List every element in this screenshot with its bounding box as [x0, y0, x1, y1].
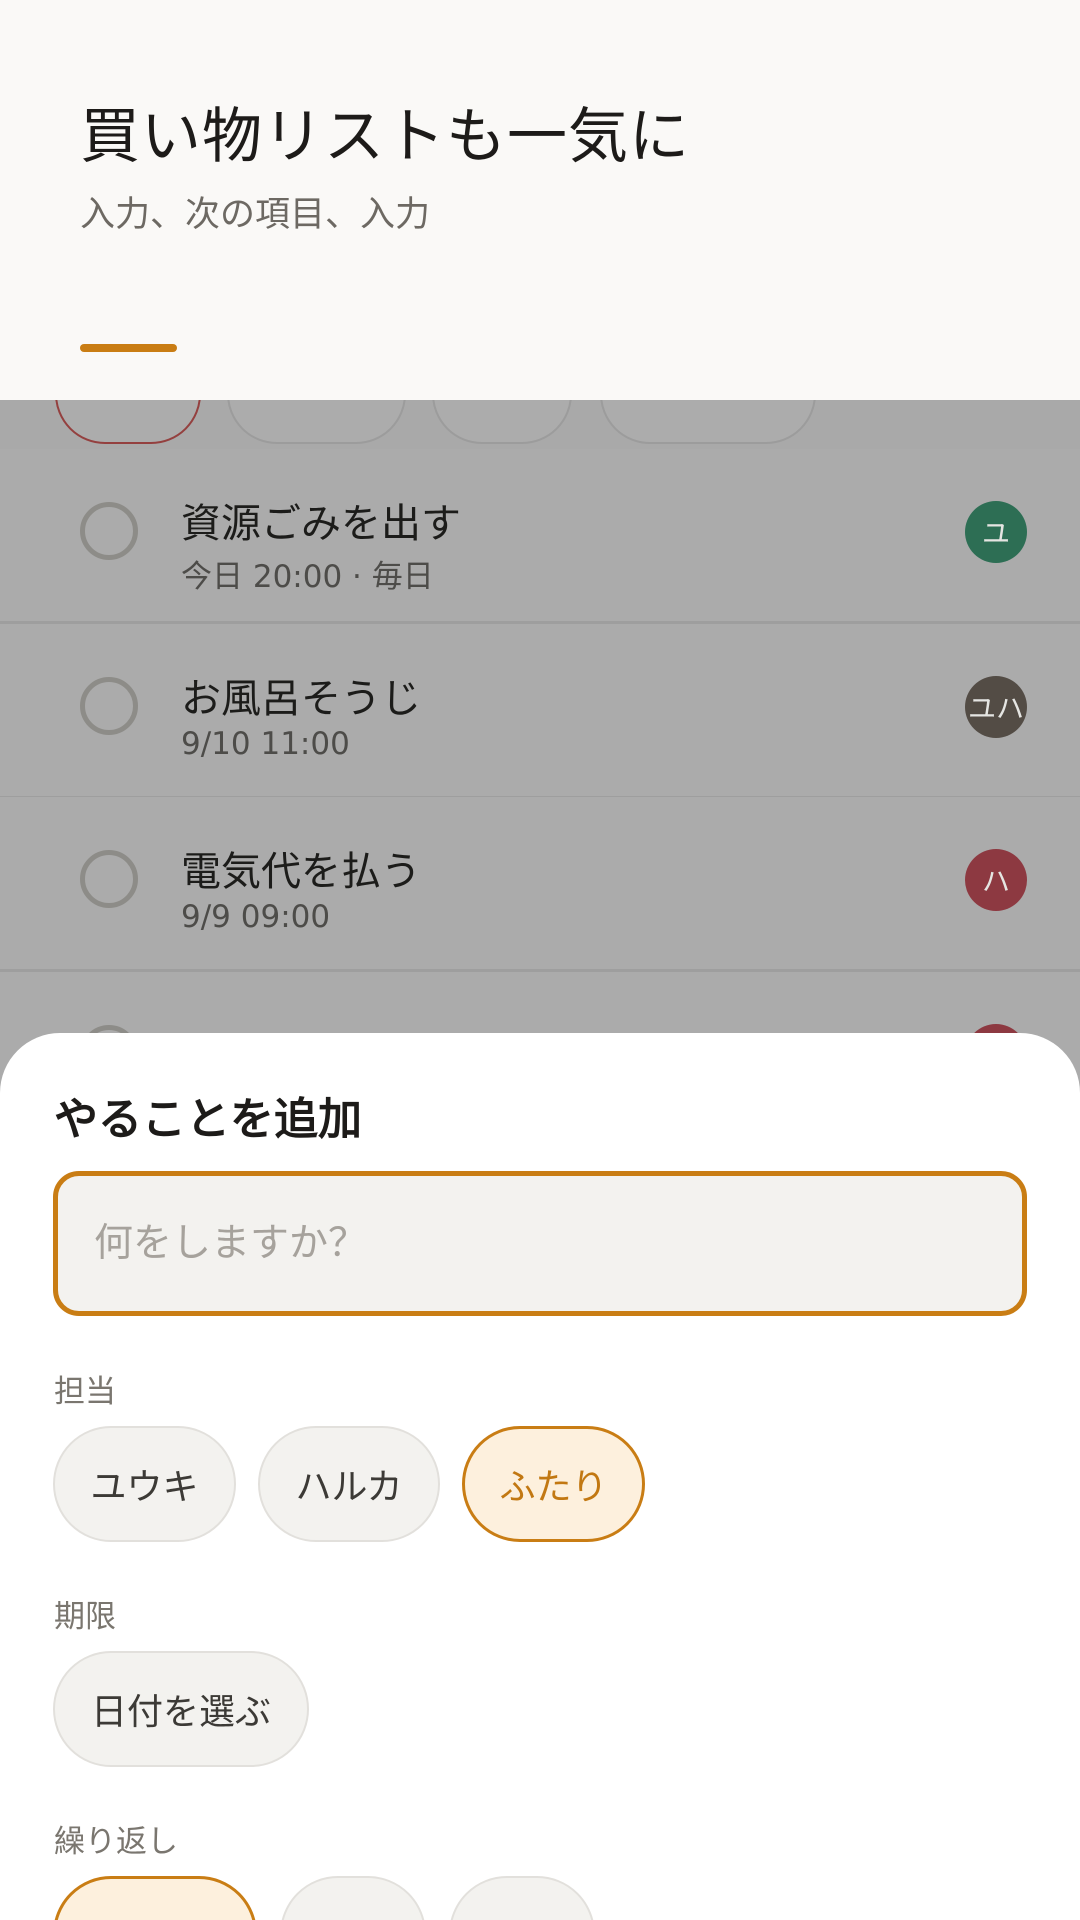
task-due: 9/9 09:00	[181, 899, 331, 935]
assignee-avatar: ユ	[965, 501, 1027, 563]
assignee-label: 担当	[54, 1374, 116, 1410]
add-task-sheet: やることを追加 担当 ユウキ ハルカ ふたり 期限 日付を選ぶ 繰り返し	[0, 1033, 1080, 1920]
task-title: 電気代を払う	[181, 849, 421, 895]
task-checkbox[interactable]	[80, 677, 138, 735]
filter-chip	[227, 400, 406, 444]
assignee-chip-yuki[interactable]: ユウキ	[53, 1426, 236, 1542]
repeat-label: 繰り返し	[54, 1824, 178, 1860]
task-title: お風呂そうじ	[181, 676, 421, 722]
task-due: 今日 20:00 · 毎日	[181, 559, 434, 595]
assignee-avatar: ユハ	[965, 676, 1027, 738]
filter-chip-row	[0, 400, 1080, 449]
filter-chip	[55, 400, 201, 444]
assignee-avatar: ハ	[965, 849, 1027, 911]
task-row[interactable]: 電気代を払う 9/9 09:00 ハ	[0, 797, 1080, 972]
task-row[interactable]: 資源ごみを出す 今日 20:00 · 毎日 ユ	[0, 449, 1080, 624]
task-checkbox[interactable]	[80, 850, 138, 908]
repeat-chip[interactable]	[53, 1876, 257, 1920]
task-title: 資源ごみを出す	[181, 501, 461, 547]
task-row[interactable]: お風呂そうじ 9/10 11:00 ユハ	[0, 624, 1080, 799]
coach-page-indicator	[80, 344, 177, 352]
task-checkbox[interactable]	[80, 502, 138, 560]
coach-subtitle: 入力、次の項目、入力	[80, 195, 431, 235]
pick-date-button[interactable]: 日付を選ぶ	[53, 1651, 309, 1767]
coach-title: 買い物リストも一気に	[80, 102, 690, 172]
task-due: 9/10 11:00	[181, 726, 350, 762]
due-label: 期限	[54, 1599, 116, 1635]
repeat-chip[interactable]	[280, 1876, 426, 1920]
sheet-title: やることを追加	[54, 1094, 362, 1145]
assignee-chip-both[interactable]: ふたり	[462, 1426, 645, 1542]
filter-chip	[600, 400, 816, 444]
task-name-input[interactable]	[53, 1171, 1027, 1316]
filter-chip	[432, 400, 572, 444]
assignee-chip-haruka[interactable]: ハルカ	[258, 1426, 440, 1542]
repeat-chip[interactable]	[449, 1876, 595, 1920]
coach-banner: 買い物リストも一気に 入力、次の項目、入力	[0, 0, 1080, 400]
